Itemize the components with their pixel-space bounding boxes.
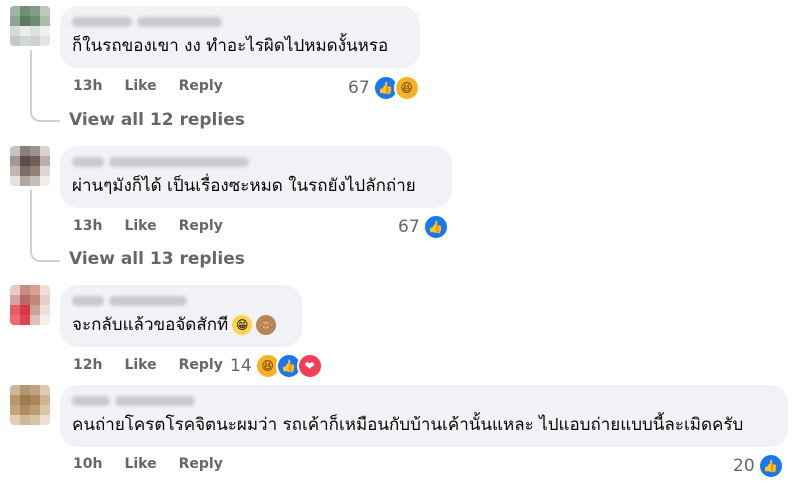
view-replies-link[interactable]: View all 12 replies: [69, 110, 245, 130]
like-icon: 👍: [757, 453, 784, 479]
view-replies-link[interactable]: View all 13 replies: [69, 249, 245, 269]
comment-text: ก็ในรถของเขา งง ทำอะไรผิดไปหมดงั้นหรอ: [72, 36, 389, 56]
avatar[interactable]: [10, 146, 50, 186]
like-icon: 👍: [422, 214, 449, 240]
comment-actions: 13h Like Reply: [73, 218, 223, 234]
timestamp[interactable]: 12h: [73, 357, 102, 373]
author-name-blurred[interactable]: [72, 395, 776, 407]
author-name-blurred[interactable]: [72, 295, 290, 307]
like-button[interactable]: Like: [124, 456, 156, 472]
avatar[interactable]: [10, 285, 50, 325]
reply-button[interactable]: Reply: [179, 78, 223, 94]
thread-line: [30, 190, 32, 250]
comment-bubble: คนถ่ายโครตโรคจิตนะผมว่า รถเค้าก็เหมือนกั…: [60, 385, 788, 447]
thread-line: [30, 50, 32, 110]
comment-actions: 10h Like Reply: [73, 456, 223, 472]
timestamp[interactable]: 10h: [73, 456, 102, 472]
like-button[interactable]: Like: [124, 218, 156, 234]
like-button[interactable]: Like: [124, 78, 156, 94]
reaction-count: 14: [230, 356, 252, 376]
reaction-count: 67: [398, 217, 420, 237]
grin-emoji: 😁: [232, 315, 253, 335]
comment-actions: 13h Like Reply: [73, 78, 223, 94]
reaction-summary[interactable]: 67 👍 😆: [348, 75, 420, 101]
timestamp[interactable]: 13h: [73, 78, 102, 94]
reply-button[interactable]: Reply: [179, 357, 223, 373]
comment-bubble: ผ่านๆมังก็ได้ เป็นเรื่องซะหมด ในรถยังไปล…: [60, 146, 452, 208]
thread-connector: [30, 246, 60, 262]
comment-text: ผ่านๆมังก็ได้ เป็นเรื่องซะหมด ในรถยังไปล…: [72, 176, 416, 196]
comment-text: คนถ่ายโครตโรคจิตนะผมว่า รถเค้าก็เหมือนกั…: [72, 415, 744, 435]
see-no-evil-monkey-emoji: 🙈: [256, 315, 277, 335]
comment-bubble: ก็ในรถของเขา งง ทำอะไรผิดไปหมดงั้นหรอ: [60, 6, 420, 68]
timestamp[interactable]: 13h: [73, 218, 102, 234]
comment-bubble: จะกลับแล้วขอจัดสักที 😁 🙈: [60, 285, 302, 347]
comment-text: จะกลับแล้วขอจัดสักที 😁 🙈: [72, 313, 290, 337]
reaction-summary[interactable]: 20 👍: [733, 453, 784, 479]
reaction-count: 67: [348, 78, 370, 98]
avatar[interactable]: [10, 6, 50, 46]
reaction-summary[interactable]: 14 😆 👍 ❤: [230, 353, 323, 379]
author-name-blurred[interactable]: [72, 16, 408, 28]
comment-actions: 12h Like Reply: [73, 357, 223, 373]
reaction-summary[interactable]: 67 👍: [398, 214, 449, 240]
like-button[interactable]: Like: [124, 357, 156, 373]
reply-button[interactable]: Reply: [179, 218, 223, 234]
reaction-count: 20: [733, 456, 755, 476]
avatar[interactable]: [10, 385, 50, 425]
author-name-blurred[interactable]: [72, 156, 440, 168]
love-icon: ❤: [296, 353, 323, 379]
haha-icon: 😆: [393, 75, 420, 101]
reply-button[interactable]: Reply: [179, 456, 223, 472]
thread-connector: [30, 106, 60, 122]
